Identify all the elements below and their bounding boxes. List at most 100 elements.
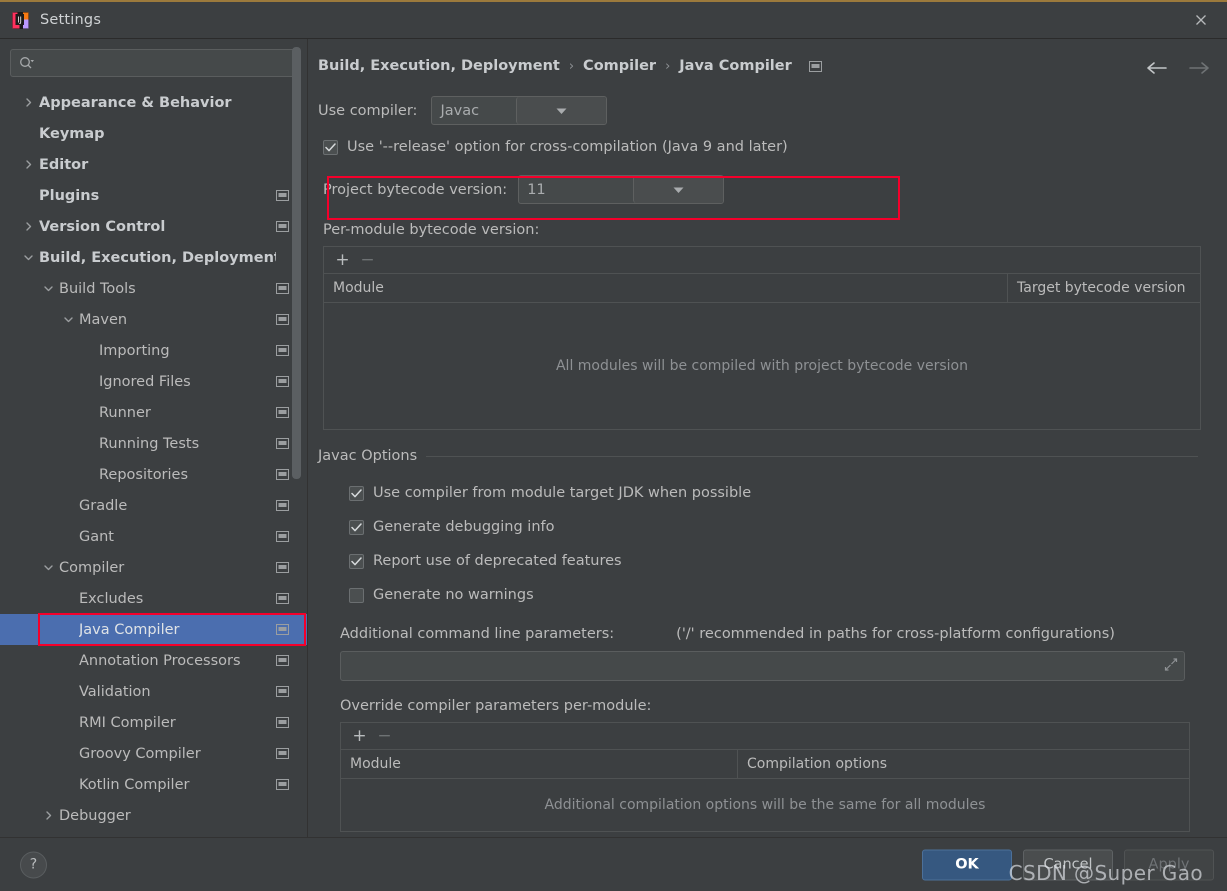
help-button[interactable]: ? <box>20 851 47 878</box>
breadcrumb-separator: › <box>665 58 671 74</box>
checkbox-checked-icon <box>349 519 364 535</box>
sidebar-item-importing[interactable]: Importing <box>0 335 307 366</box>
override-per-module-header: Module Compilation options <box>341 750 1189 779</box>
sidebar-item-java-compiler[interactable]: Java Compiler <box>0 614 307 645</box>
sidebar-item-groovy-compiler[interactable]: Groovy Compiler <box>0 738 307 769</box>
settings-page-icon <box>276 283 289 294</box>
use-compiler-value: Javac <box>440 102 480 119</box>
sidebar-item-running-tests[interactable]: Running Tests <box>0 428 307 459</box>
main-content: Use compiler: Javac Use '--release' opti… <box>308 96 1227 832</box>
checkbox-checked-icon <box>349 485 364 501</box>
sidebar-item-appearance-behavior[interactable]: Appearance & Behavior <box>0 87 307 118</box>
javac-checkbox-generate-debugging-info[interactable]: Generate debugging info <box>349 510 1227 544</box>
javac-checkbox-use-compiler-from-module-target-jdk-when-possible[interactable]: Use compiler from module target JDK when… <box>349 476 1227 510</box>
intellij-idea-logo-icon: IJ <box>12 11 29 29</box>
ok-button[interactable]: OK <box>922 849 1012 880</box>
settings-page-icon <box>276 469 289 480</box>
dialog-buttons: OK Cancel Apply <box>922 849 1214 880</box>
column-header-compilation-options[interactable]: Compilation options <box>737 750 1189 778</box>
chevron-down-icon[interactable] <box>633 176 724 203</box>
sidebar-item-gradle[interactable]: Gradle <box>0 490 307 521</box>
use-compiler-row: Use compiler: Javac <box>318 96 1227 125</box>
sidebar-item-build-execution-deployment[interactable]: Build, Execution, Deployment <box>0 242 307 273</box>
additional-params-label: Additional command line parameters: <box>340 626 615 642</box>
javac-checkbox-label: Use compiler from module target JDK when… <box>373 485 752 501</box>
expand-icon[interactable] <box>1164 657 1178 676</box>
chevron-right-icon[interactable] <box>22 220 35 233</box>
settings-page-icon <box>276 562 289 573</box>
sidebar-item-repositories[interactable]: Repositories <box>0 459 307 490</box>
release-option-checkbox[interactable]: Use '--release' option for cross-compila… <box>323 139 1227 155</box>
settings-page-icon <box>276 314 289 325</box>
sidebar-item-build-tools[interactable]: Build Tools <box>0 273 307 304</box>
sidebar-item-editor[interactable]: Editor <box>0 149 307 180</box>
breadcrumb-item-java-compiler[interactable]: Java Compiler <box>679 58 791 74</box>
chevron-right-icon[interactable] <box>22 96 35 109</box>
plus-icon[interactable]: + <box>350 727 369 746</box>
sidebar-item-debugger[interactable]: Debugger <box>0 800 307 831</box>
sidebar-item-label: Maven <box>79 311 128 328</box>
sidebar-item-kotlin-compiler[interactable]: Kotlin Compiler <box>0 769 307 800</box>
sidebar-item-label: Gant <box>79 528 114 545</box>
settings-page-icon <box>276 655 289 666</box>
settings-page-icon <box>276 717 289 728</box>
per-module-bytecode-toolbar: + − <box>324 247 1200 274</box>
dialog-body: Appearance & Behavior Keymap Editor Plugins… <box>0 39 1227 837</box>
chevron-down-icon[interactable] <box>62 313 75 326</box>
per-module-bytecode-table: + − Module Target bytecode version All m… <box>323 246 1201 430</box>
additional-params-hint: ('/' recommended in paths for cross-plat… <box>676 626 1115 642</box>
project-bytecode-label: Project bytecode version: <box>323 181 508 198</box>
chevron-down-icon[interactable] <box>22 251 35 264</box>
arrow-left-icon[interactable] <box>1144 55 1170 81</box>
sidebar-item-label: Runner <box>99 404 151 421</box>
navigation-arrows <box>1144 55 1212 81</box>
sidebar-item-validation[interactable]: Validation <box>0 676 307 707</box>
close-icon[interactable] <box>1187 6 1215 34</box>
sidebar-item-compiler[interactable]: Compiler <box>0 552 307 583</box>
sidebar-item-label: Importing <box>99 342 170 359</box>
sidebar-item-runner[interactable]: Runner <box>0 397 307 428</box>
column-header-module[interactable]: Module <box>341 750 737 778</box>
sidebar-scrollbar-thumb[interactable] <box>292 47 301 479</box>
javac-options-title: Javac Options <box>318 448 418 464</box>
sidebar-scrollbar[interactable] <box>292 39 304 837</box>
minus-icon: − <box>377 725 392 746</box>
sidebar-item-excludes[interactable]: Excludes <box>0 583 307 614</box>
use-compiler-dropdown[interactable]: Javac <box>431 96 608 125</box>
sidebar-item-ignored-files[interactable]: Ignored Files <box>0 366 307 397</box>
chevron-down-icon[interactable] <box>42 282 55 295</box>
group-divider <box>426 455 1198 457</box>
sidebar-item-version-control[interactable]: Version Control <box>0 211 307 242</box>
sidebar-item-keymap[interactable]: Keymap <box>0 118 307 149</box>
chevron-right-icon[interactable] <box>42 809 55 822</box>
use-compiler-label: Use compiler: <box>318 102 418 119</box>
sidebar-item-rmi-compiler[interactable]: RMI Compiler <box>0 707 307 738</box>
project-bytecode-dropdown[interactable]: 11 <box>518 175 725 204</box>
settings-tree[interactable]: Appearance & Behavior Keymap Editor Plugins… <box>0 85 307 837</box>
breadcrumb-separator: › <box>568 58 575 74</box>
sidebar-item-annotation-processors[interactable]: Annotation Processors <box>0 645 307 676</box>
column-header-module[interactable]: Module <box>324 274 1007 302</box>
sidebar-item-maven[interactable]: Maven <box>0 304 307 335</box>
settings-dialog: IJ Settings Appearance & Behavior Keymap… <box>0 0 1227 891</box>
sidebar-item-label: Validation <box>79 683 151 700</box>
sidebar-item-gant[interactable]: Gant <box>0 521 307 552</box>
checkbox-checked-icon <box>349 553 364 569</box>
cancel-button[interactable]: Cancel <box>1023 849 1113 880</box>
chevron-right-icon[interactable] <box>22 158 35 171</box>
plus-icon[interactable]: + <box>333 251 352 270</box>
sidebar-item-label: Repositories <box>99 466 189 483</box>
search-input[interactable] <box>10 49 296 77</box>
sidebar-item-label: RMI Compiler <box>79 714 176 731</box>
breadcrumb-item-compiler[interactable]: Compiler <box>583 58 656 74</box>
sidebar-item-plugins[interactable]: Plugins <box>0 180 307 211</box>
javac-checkbox-generate-no-warnings[interactable]: Generate no warnings <box>349 578 1227 612</box>
javac-checkbox-report-use-of-deprecated-features[interactable]: Report use of deprecated features <box>349 544 1227 578</box>
settings-page-icon <box>276 190 289 201</box>
breadcrumb-item-build-execution-deployment[interactable]: Build, Execution, Deployment <box>318 58 560 74</box>
chevron-down-icon[interactable] <box>516 97 607 124</box>
column-header-target-bytecode-version[interactable]: Target bytecode version <box>1007 274 1200 302</box>
chevron-down-icon[interactable] <box>42 561 55 574</box>
override-per-module-table: + − Module Compilation options Additiona… <box>340 722 1190 832</box>
additional-params-input[interactable] <box>340 651 1185 681</box>
